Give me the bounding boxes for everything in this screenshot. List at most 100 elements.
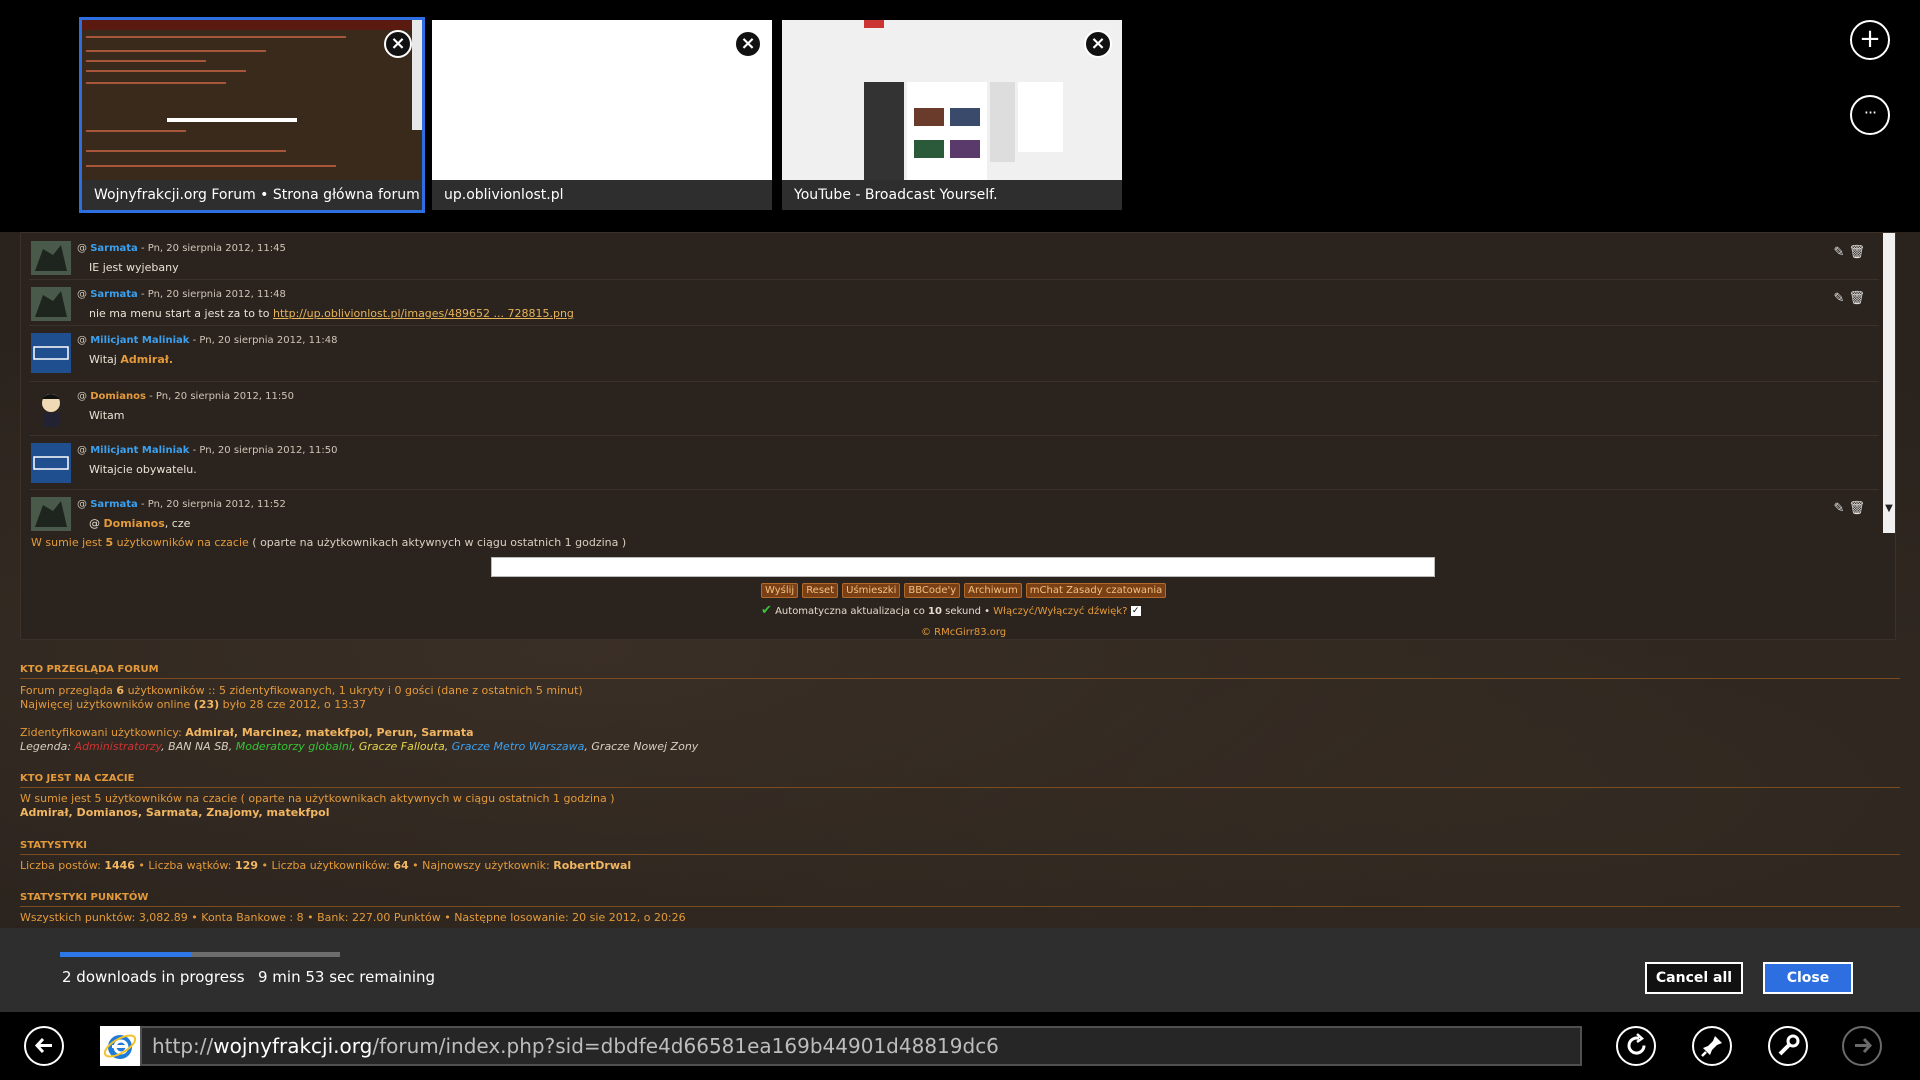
section-who-is-in-chat: KTO JEST NA CZACIE — [20, 773, 1900, 788]
send-button[interactable]: Wyślij — [761, 583, 799, 598]
chat-online-users: Admirał, Domianos, Sarmata, Znajomy, mat… — [20, 806, 330, 819]
message-date: Pn, 20 sierpnia 2012, 11:48 — [199, 335, 338, 346]
chat-message-input[interactable] — [491, 557, 1435, 577]
refresh-icon[interactable] — [1616, 1026, 1656, 1066]
new-tab-button[interactable]: + — [1850, 20, 1890, 60]
tab-title: up.oblivionlost.pl — [432, 180, 772, 210]
chat-button-row: Wyślij Reset Uśmieszki BBCode'y Archiwum… — [761, 583, 1167, 598]
download-progress-bar — [60, 952, 340, 957]
chat-message: @ Milicjant Maliniak - Pn, 20 sierpnia 2… — [29, 435, 1879, 490]
sound-toggle-link[interactable]: Włączyć/Wyłączyć dźwięk? — [993, 606, 1127, 617]
download-time-remaining: 9 min 53 sec remaining — [258, 968, 436, 986]
online-record: Najwięcej użytkowników online (23) było … — [20, 698, 366, 711]
pin-icon[interactable] — [1692, 1026, 1732, 1066]
auto-update-line: ✔ Automatyczna aktualizacja co 10 sekund… — [761, 603, 1141, 618]
close-tab-icon[interactable]: × — [384, 30, 412, 58]
chat-message: @ Sarmata - Pn, 20 sierpnia 2012, 11:45 … — [29, 233, 1879, 280]
url-input[interactable]: http://wojnyfrakcji.org/forum/index.php?… — [140, 1026, 1582, 1066]
edit-icon[interactable]: ✎ — [1833, 501, 1844, 516]
message-date: Pn, 20 sierpnia 2012, 11:48 — [147, 289, 286, 300]
sound-checkbox[interactable]: ✓ — [1130, 606, 1141, 616]
avatar — [31, 333, 71, 373]
more-options-button[interactable]: ··· — [1850, 95, 1890, 135]
download-progress-fill — [60, 952, 192, 957]
reset-button[interactable]: Reset — [802, 583, 839, 598]
wrench-icon[interactable] — [1768, 1026, 1808, 1066]
message-date: Pn, 20 sierpnia 2012, 11:45 — [147, 243, 286, 254]
message-author[interactable]: Sarmata — [90, 243, 138, 254]
avatar — [31, 287, 71, 321]
back-arrow-icon[interactable] — [24, 1026, 64, 1066]
tab-title: Wojnyfrakcji.org Forum • Strona główna f… — [82, 180, 422, 210]
section-points-statistics: STATYSTYKI PUNKTÓW — [20, 892, 1900, 907]
download-notification-bar: 2 downloads in progress 9 min 53 sec rem… — [0, 928, 1920, 1012]
scroll-down-icon[interactable]: ▼ — [1883, 503, 1895, 519]
message-text: IE jest wyjebany — [89, 261, 179, 274]
tab-title: YouTube - Broadcast Yourself. — [782, 180, 1122, 210]
chat-message: @ Sarmata - Pn, 20 sierpnia 2012, 11:48 … — [29, 279, 1879, 326]
web-page-content: @ Sarmata - Pn, 20 sierpnia 2012, 11:45 … — [0, 232, 1920, 928]
tab-youtube[interactable]: × YouTube - Broadcast Yourself. — [782, 20, 1122, 210]
close-tab-icon[interactable]: × — [734, 30, 762, 58]
close-tab-icon[interactable]: × — [1084, 30, 1112, 58]
avatar — [31, 389, 71, 429]
chat-message: @ Domianos - Pn, 20 sierpnia 2012, 11:50… — [29, 381, 1879, 436]
bbcode-button[interactable]: BBCode'y — [904, 583, 961, 598]
forward-arrow-icon[interactable] — [1842, 1026, 1882, 1066]
message-meta: @ Sarmata - Pn, 20 sierpnia 2012, 11:45 — [77, 243, 286, 254]
delete-icon[interactable]: 🗑 — [1848, 245, 1865, 260]
forum-statistics: Liczba postów: 1446 • Liczba wątków: 129… — [20, 859, 632, 872]
mchat-copyright[interactable]: © RMcGirr83.org — [921, 627, 1006, 638]
cancel-all-button[interactable]: Cancel all — [1645, 962, 1743, 994]
avatar — [31, 241, 71, 275]
tab-thumbnail — [432, 20, 772, 180]
message-link[interactable]: http://up.oblivionlost.pl/images/489652 … — [273, 307, 574, 320]
newest-user-link[interactable]: RobertDrwal — [553, 859, 631, 872]
online-summary: Forum przegląda 6 użytkowników :: 5 zide… — [20, 684, 583, 697]
section-who-is-online: KTO PRZEGLĄDA FORUM — [20, 664, 1900, 679]
message-author[interactable]: Domianos — [90, 391, 146, 402]
message-actions: ✎ 🗑 — [1833, 291, 1865, 306]
avatar — [31, 443, 71, 483]
message-meta: @ Sarmata - Pn, 20 sierpnia 2012, 11:52 — [77, 499, 286, 510]
tab-switcher: × Wojnyfrakcji.org Forum • Strona główna… — [0, 0, 1920, 232]
message-actions: ✎ 🗑 — [1833, 245, 1865, 260]
message-text: Witam — [89, 409, 125, 422]
archive-button[interactable]: Archiwum — [964, 583, 1022, 598]
message-date: Pn, 20 sierpnia 2012, 11:50 — [199, 445, 338, 456]
message-text: nie ma menu start a jest za to to http:/… — [89, 307, 574, 320]
message-date: Pn, 20 sierpnia 2012, 11:52 — [147, 499, 286, 510]
tab-thumbnail — [782, 20, 1122, 180]
chat-scrollbar[interactable] — [1883, 233, 1895, 533]
message-author[interactable]: Sarmata — [90, 499, 138, 510]
points-statistics: Wszystkich punktów: 3,082.89 • Konta Ban… — [20, 911, 686, 924]
message-date: Pn, 20 sierpnia 2012, 11:50 — [155, 391, 294, 402]
delete-icon[interactable]: 🗑 — [1848, 291, 1865, 306]
mchat-box: @ Sarmata - Pn, 20 sierpnia 2012, 11:45 … — [20, 232, 1896, 640]
tab-wojnyfrakcji[interactable]: × Wojnyfrakcji.org Forum • Strona główna… — [79, 17, 425, 213]
message-text: Witaj Admirał. — [89, 353, 174, 366]
internet-explorer-logo — [100, 1026, 140, 1066]
close-button[interactable]: Close — [1763, 962, 1853, 994]
message-meta: @ Milicjant Maliniak - Pn, 20 sierpnia 2… — [77, 335, 338, 346]
message-author[interactable]: Milicjant Maliniak — [90, 335, 189, 346]
smilies-button[interactable]: Uśmieszki — [842, 583, 901, 598]
message-text: Witajcie obywatelu. — [89, 463, 197, 476]
delete-icon[interactable]: 🗑 — [1848, 501, 1865, 516]
message-author[interactable]: Milicjant Maliniak — [90, 445, 189, 456]
chat-online-count: W sumie jest 5 użytkowników na czacie ( … — [31, 536, 627, 549]
section-statistics: STATYSTYKI — [20, 840, 1900, 855]
identified-users: Zidentyfikowani użytkownicy: Admirał, Ma… — [20, 726, 474, 739]
tab-oblivionlost[interactable]: × up.oblivionlost.pl — [432, 20, 772, 210]
message-author[interactable]: Sarmata — [90, 289, 138, 300]
message-meta: @ Domianos - Pn, 20 sierpnia 2012, 11:50 — [77, 391, 294, 402]
message-meta: @ Milicjant Maliniak - Pn, 20 sierpnia 2… — [77, 445, 338, 456]
checkmark-icon: ✔ — [761, 603, 772, 618]
group-legend: Legenda: Administratorzy, BAN NA SB, Mod… — [20, 740, 699, 753]
message-text: @ Domianos, cze — [89, 517, 191, 530]
chat-rules-button[interactable]: mChat Zasady czatowania — [1025, 583, 1167, 598]
edit-icon[interactable]: ✎ — [1833, 245, 1844, 260]
chat-message: @ Sarmata - Pn, 20 sierpnia 2012, 11:52 … — [29, 489, 1879, 535]
avatar — [31, 497, 71, 531]
edit-icon[interactable]: ✎ — [1833, 291, 1844, 306]
